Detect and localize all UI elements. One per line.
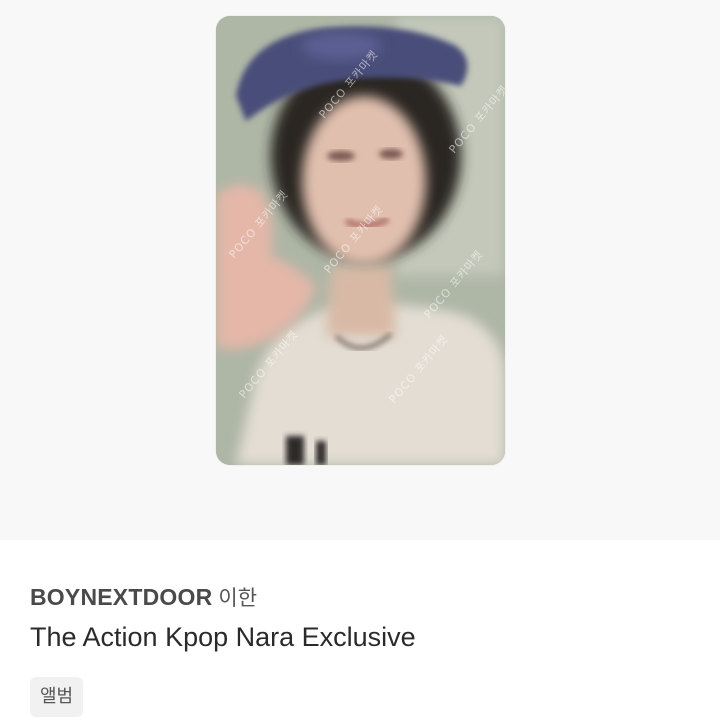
product-title: The Action Kpop Nara Exclusive <box>30 622 416 652</box>
photo-section: POCO 포카마켓 POCO 포카마켓 POCO 포카마켓 POCO 포카마켓 … <box>0 0 720 540</box>
category-tag[interactable]: 앨범 <box>30 677 83 717</box>
photocard-image[interactable]: POCO 포카마켓 POCO 포카마켓 POCO 포카마켓 POCO 포카마켓 … <box>216 16 505 465</box>
artist-name: BOYNEXTDOOR <box>30 584 213 610</box>
member-name: 이한 <box>218 586 258 610</box>
artist-line: BOYNEXTDOOR 이한 <box>30 582 257 612</box>
